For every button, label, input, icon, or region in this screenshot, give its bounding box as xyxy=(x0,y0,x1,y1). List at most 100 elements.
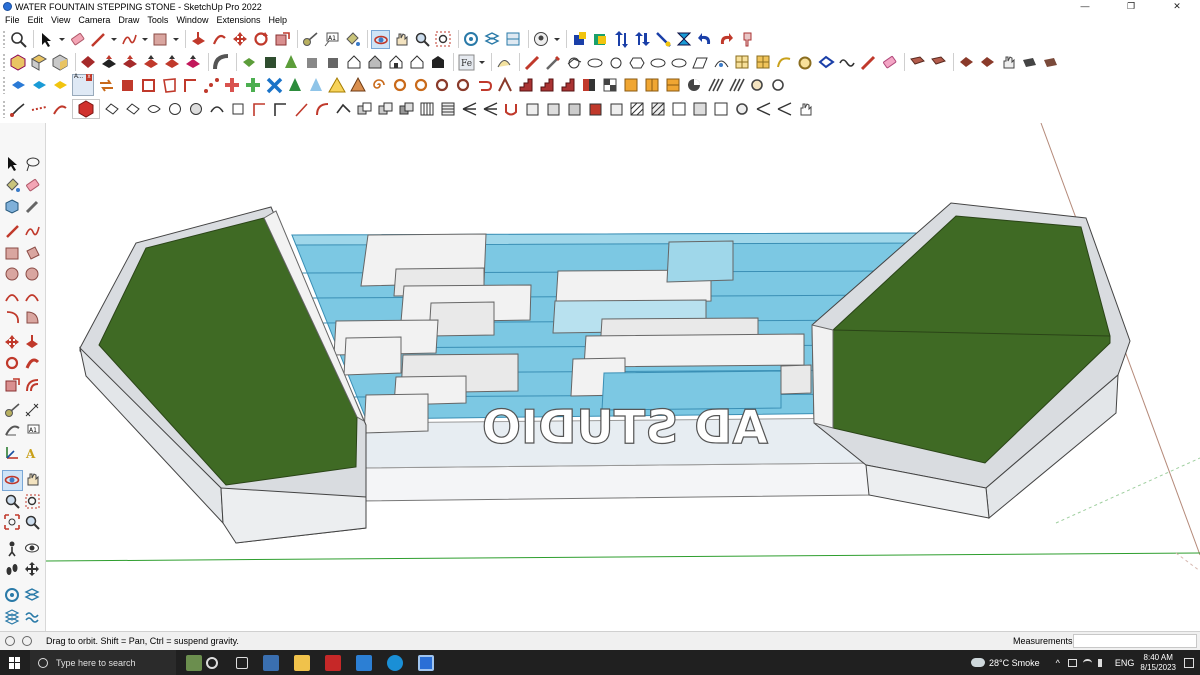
follow-me-icon[interactable] xyxy=(24,355,41,372)
stair-icon[interactable] xyxy=(517,76,536,95)
red-box-4-icon[interactable] xyxy=(978,53,997,72)
hook-icon[interactable] xyxy=(475,76,494,95)
arc-2-icon[interactable] xyxy=(24,288,41,305)
menu-file[interactable]: File xyxy=(2,15,23,25)
angle-icon[interactable] xyxy=(250,100,269,119)
curve-tool-icon[interactable] xyxy=(495,53,514,72)
push-pull-icon[interactable] xyxy=(24,334,41,351)
cog-icon[interactable] xyxy=(748,76,767,95)
menu-help[interactable]: Help xyxy=(265,15,290,25)
fillet-icon[interactable] xyxy=(313,100,332,119)
plugin-updown-icon[interactable] xyxy=(633,30,652,49)
shape-6-icon[interactable] xyxy=(229,100,248,119)
select-arrow-icon[interactable] xyxy=(37,30,56,49)
toolbar-grip[interactable] xyxy=(2,76,6,94)
language-indicator[interactable]: ENG xyxy=(1115,658,1135,668)
arc-3-icon[interactable] xyxy=(4,309,21,326)
fan-2-icon[interactable] xyxy=(481,100,500,119)
solid-cone-icon[interactable] xyxy=(282,53,301,72)
dropdown-arrow-icon[interactable] xyxy=(58,30,66,49)
position-camera-icon[interactable] xyxy=(462,30,481,49)
plugin-ruler-icon[interactable] xyxy=(654,30,673,49)
clock[interactable]: 8:40 AM 8/15/2023 xyxy=(1140,653,1176,673)
angle-2-icon[interactable] xyxy=(271,100,290,119)
red-cross-icon[interactable] xyxy=(223,76,242,95)
taskbar-search[interactable]: Type here to search xyxy=(30,650,176,675)
plugin-pin-icon[interactable] xyxy=(738,30,757,49)
paint-bucket-icon[interactable] xyxy=(4,177,21,194)
face-tool-2-icon[interactable] xyxy=(142,53,161,72)
zoom-extents-icon[interactable] xyxy=(9,30,28,49)
position-camera-icon[interactable] xyxy=(4,540,21,557)
pencil-plus-icon[interactable] xyxy=(544,53,563,72)
warning-icon[interactable] xyxy=(328,76,347,95)
hatch-2-icon[interactable] xyxy=(649,100,668,119)
block-3-icon[interactable] xyxy=(565,100,584,119)
calculator-app-icon[interactable] xyxy=(263,654,279,671)
brown-box-icon[interactable] xyxy=(1041,53,1060,72)
glove-icon[interactable] xyxy=(796,100,815,119)
dots-path-icon[interactable] xyxy=(202,76,221,95)
u-shape-icon[interactable] xyxy=(502,100,521,119)
push-pull-red-icon[interactable] xyxy=(100,53,119,72)
loop-3-icon[interactable] xyxy=(433,76,452,95)
stair-2-icon[interactable] xyxy=(538,76,557,95)
task-view-icon[interactable] xyxy=(236,656,248,669)
pencil-icon[interactable] xyxy=(24,198,41,215)
model-scene[interactable]: AD STUDIO xyxy=(46,123,1200,631)
loop-4-icon[interactable] xyxy=(454,76,473,95)
credits-icon[interactable] xyxy=(22,636,32,646)
zoom-extents-icon[interactable] xyxy=(4,514,21,531)
checker-icon[interactable] xyxy=(601,76,620,95)
red-hexagon-tool[interactable] xyxy=(72,99,100,119)
restore-button[interactable]: ❐ xyxy=(1108,0,1154,13)
tape-measure-icon[interactable] xyxy=(301,30,320,49)
pink-eraser-icon[interactable] xyxy=(880,53,899,72)
red-box-icon[interactable] xyxy=(908,53,927,72)
pan-icon[interactable] xyxy=(24,471,41,488)
stripes-icon[interactable] xyxy=(706,76,725,95)
walk-icon[interactable] xyxy=(483,30,502,49)
parallelogram-icon[interactable] xyxy=(691,53,710,72)
red-line-icon[interactable] xyxy=(859,53,878,72)
orbit-icon[interactable] xyxy=(2,470,23,491)
house-3-icon[interactable] xyxy=(387,53,406,72)
red-box-3-icon[interactable] xyxy=(957,53,976,72)
font-tool-icon[interactable]: Fe xyxy=(457,53,476,72)
house-icon[interactable] xyxy=(345,53,364,72)
toolbar-grip[interactable] xyxy=(2,30,6,48)
rectangle-icon[interactable] xyxy=(4,245,21,262)
arc-tool-icon[interactable] xyxy=(712,53,731,72)
text-tool-icon[interactable]: A1 xyxy=(322,30,341,49)
hatch-icon[interactable] xyxy=(628,100,647,119)
sandbox-3-icon[interactable] xyxy=(4,609,21,626)
select-arrow-icon[interactable] xyxy=(4,155,21,172)
dropdown-arrow-icon[interactable] xyxy=(172,30,180,49)
pyramid-icon[interactable] xyxy=(349,76,368,95)
scale-icon[interactable] xyxy=(273,30,292,49)
sandbox-icon[interactable] xyxy=(4,587,21,604)
styles-icon[interactable] xyxy=(532,30,551,49)
hatch-3-icon[interactable] xyxy=(670,100,689,119)
zoom-icon[interactable] xyxy=(4,493,21,510)
dimension-icon[interactable] xyxy=(24,402,41,419)
rectangle-icon[interactable] xyxy=(151,30,170,49)
swap-icon[interactable] xyxy=(97,76,116,95)
fan-icon[interactable] xyxy=(460,100,479,119)
grid-tool-icon[interactable] xyxy=(733,53,752,72)
menu-view[interactable]: View xyxy=(48,15,73,25)
toolbar-popup-close[interactable]: x xyxy=(86,74,92,81)
ellipse-1-icon[interactable] xyxy=(586,53,605,72)
stair-3-icon[interactable] xyxy=(559,76,578,95)
dropdown-arrow-icon[interactable] xyxy=(141,30,149,49)
hatch-4-icon[interactable] xyxy=(691,100,710,119)
minimize-button[interactable]: — xyxy=(1062,0,1108,13)
headset-icon[interactable] xyxy=(206,656,218,669)
zoom-window-icon[interactable] xyxy=(434,30,453,49)
chamfer-icon[interactable] xyxy=(334,100,353,119)
cog-2-icon[interactable] xyxy=(769,76,788,95)
orbit-icon[interactable] xyxy=(371,29,390,49)
solid-green-icon[interactable] xyxy=(240,53,259,72)
pie-icon[interactable] xyxy=(685,76,704,95)
menu-window[interactable]: Window xyxy=(173,15,211,25)
